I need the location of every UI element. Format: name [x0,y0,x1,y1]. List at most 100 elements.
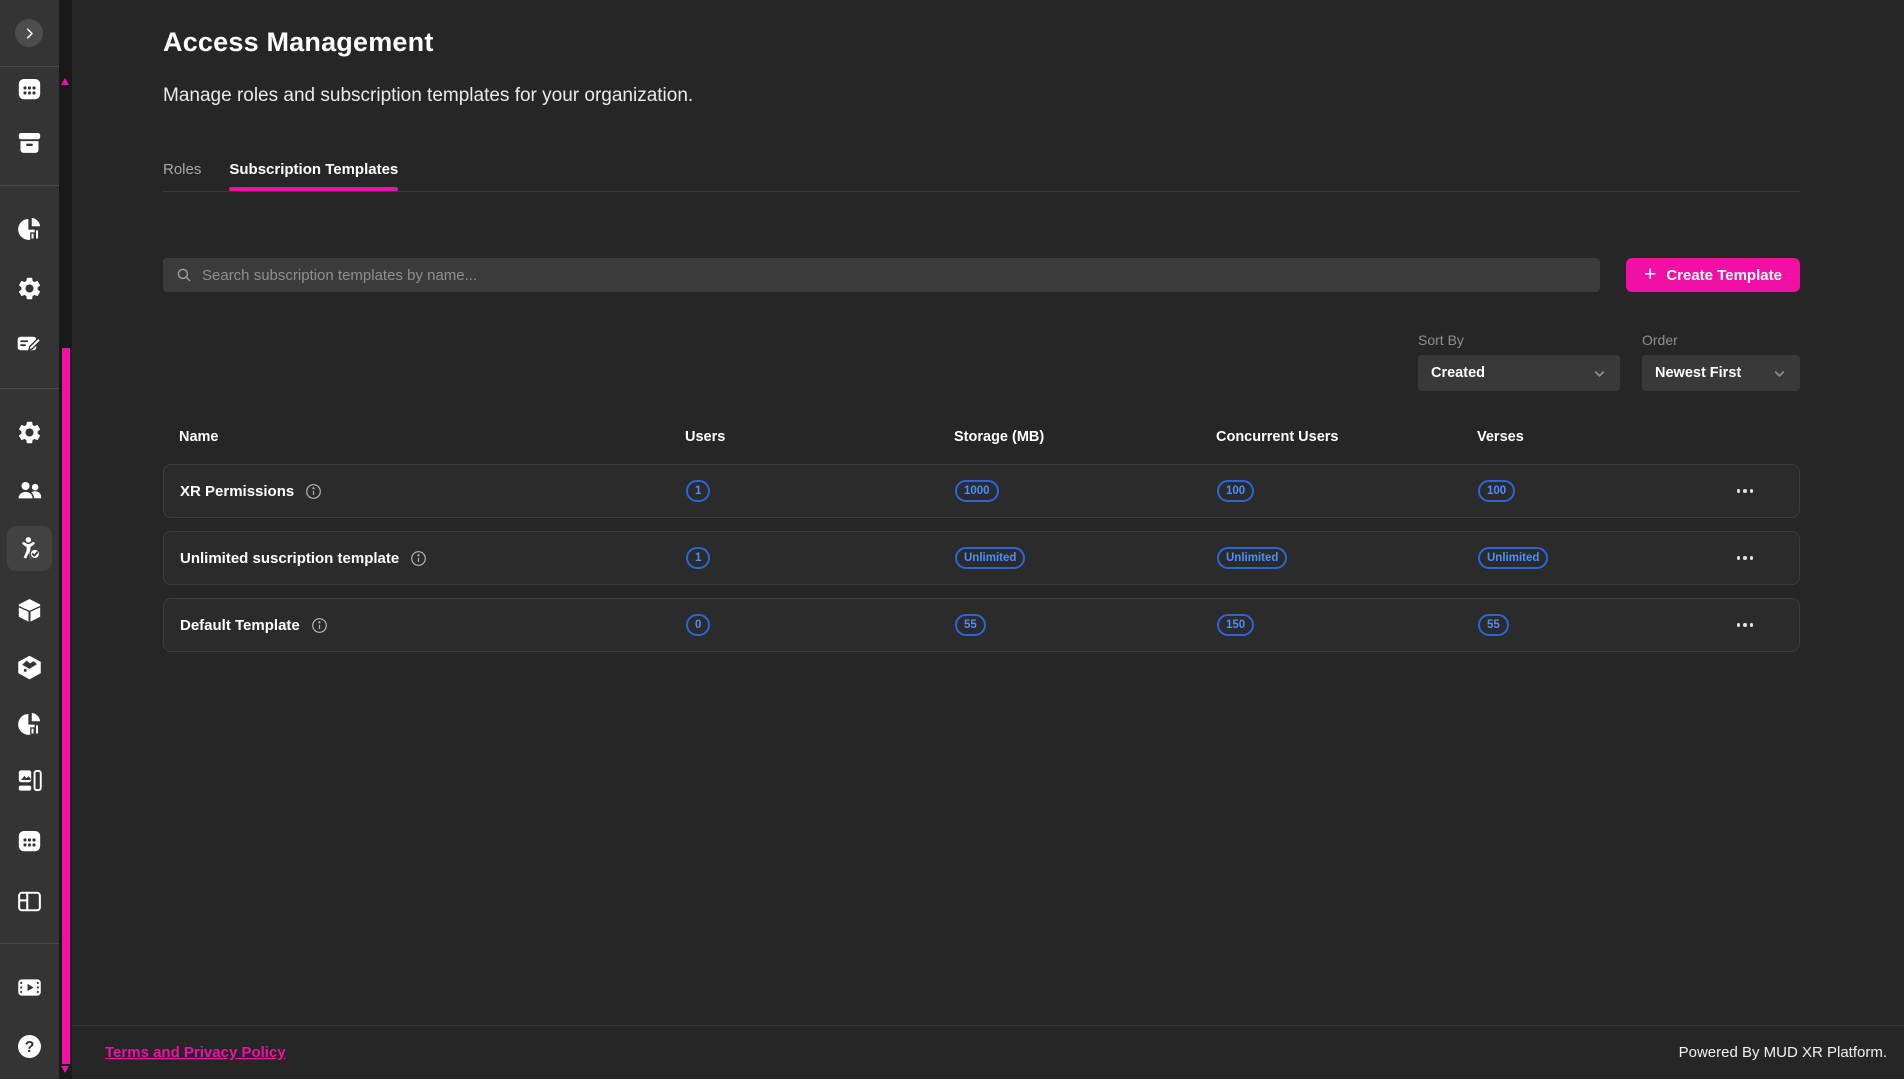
pie-chart-icon [16,710,43,737]
ellipsis-icon [1737,623,1741,627]
sidebar-expand-button[interactable] [15,19,43,47]
users-badge: 1 [686,480,710,502]
users-icon [16,477,43,504]
scroll-up-arrow-icon[interactable] [61,78,69,85]
users-cell: 1 [686,480,955,502]
column-header-concurrent-users: Concurrent Users [1216,429,1477,445]
sidebar-divider [0,388,59,389]
template-name: XR Permissions [180,483,294,500]
sidebar-item-access-management[interactable] [7,526,52,571]
sort-by-label: Sort By [1418,332,1620,348]
template-name: Default Template [180,617,300,634]
create-template-button[interactable]: + Create Template [1626,258,1800,292]
search-input[interactable] [202,267,1588,284]
verses-badge: Unlimited [1478,547,1548,569]
sidebar-item-media-library[interactable] [11,649,47,685]
tabs-divider [163,191,1800,192]
scroll-down-arrow-icon[interactable] [61,1066,69,1073]
table-row: Default Template 0 55 150 55 [163,598,1800,652]
video-icon [16,974,43,1001]
order-label: Order [1642,332,1800,348]
media-layout-icon [16,767,43,794]
concurrent-users-badge: Unlimited [1217,547,1287,569]
chevron-down-icon [1592,366,1607,381]
concurrent-users-cell: 150 [1217,614,1478,636]
verses-badge: 100 [1478,480,1515,502]
verses-cell: Unlimited [1478,547,1715,569]
info-icon[interactable] [305,483,322,500]
info-icon[interactable] [311,617,328,634]
sidebar-item-reports[interactable] [11,705,47,741]
page-subtitle: Manage roles and subscription templates … [163,85,1800,107]
tab-roles[interactable]: Roles [163,161,201,191]
sidebar-item-archive[interactable] [11,124,47,160]
row-actions-button[interactable] [1733,483,1758,499]
ellipsis-icon [1737,556,1741,560]
users-badge: 1 [686,547,710,569]
pie-chart-icon [16,215,43,242]
table-row: Unlimited suscription template 1 Unlimit… [163,531,1800,585]
sidebar-item-panels[interactable] [11,883,47,919]
plus-icon: + [1644,264,1656,285]
column-header-verses: Verses [1477,429,1716,445]
search-box[interactable] [163,258,1600,292]
concurrent-users-cell: Unlimited [1217,547,1478,569]
sidebar-item-analytics[interactable] [11,210,47,246]
users-badge: 0 [686,614,710,636]
help-icon: ? [16,1033,43,1060]
concurrent-users-badge: 150 [1217,614,1254,636]
template-name-cell: Default Template [180,617,686,634]
row-actions-button[interactable] [1733,550,1758,566]
powered-by-text: Powered By MUD XR Platform. [1679,1044,1887,1061]
chevron-down-icon [1772,366,1787,381]
sidebar-item-users[interactable] [11,472,47,508]
storage-badge: 55 [955,614,986,636]
verses-cell: 100 [1478,480,1715,502]
info-icon[interactable] [410,550,427,567]
sidebar-item-settings[interactable] [11,270,47,306]
sidebar-item-calendar[interactable] [11,70,47,106]
chevron-right-icon [22,26,37,41]
storage-badge: 1000 [955,480,999,502]
sidebar-item-media-layout[interactable] [11,762,47,798]
terms-privacy-link[interactable]: Terms and Privacy Policy [105,1044,286,1061]
template-name: Unlimited suscription template [180,550,399,567]
sidebar-item-schedule[interactable] [11,822,47,858]
page-title: Access Management [163,27,1800,58]
panel-layout-icon [16,888,43,915]
tab-subscription-templates[interactable]: Subscription Templates [229,161,398,191]
sort-by-value: Created [1431,365,1485,381]
sort-by-group: Sort By Created [1418,332,1620,391]
sidebar-item-assets[interactable] [11,592,47,628]
sidebar-item-videos[interactable] [11,969,47,1005]
sort-by-select[interactable]: Created [1418,355,1620,391]
storage-cell: 55 [955,614,1217,636]
storage-badge: Unlimited [955,547,1025,569]
archive-icon [16,129,43,156]
sidebar-divider [0,943,59,944]
concurrent-users-badge: 100 [1217,480,1254,502]
actions-cell [1715,617,1775,633]
svg-text:?: ? [24,1039,34,1056]
ellipsis-icon [1737,489,1741,493]
sidebar-item-subscriptions[interactable] [11,325,47,361]
sidebar-item-org-settings[interactable] [11,414,47,450]
scrollbar-thumb[interactable] [62,348,70,1064]
card-edit-icon [16,330,43,357]
actions-cell [1715,483,1775,499]
sidebar: ? [0,0,59,1079]
order-value: Newest First [1655,365,1741,381]
sidebar-divider [0,185,59,186]
toolbar: + Create Template [163,258,1800,292]
gear-icon [16,275,43,302]
row-actions-button[interactable] [1733,617,1758,633]
sidebar-item-help[interactable]: ? [11,1028,47,1064]
verses-cell: 55 [1478,614,1715,636]
actions-cell [1715,550,1775,566]
sidebar-divider [0,66,59,67]
order-select[interactable]: Newest First [1642,355,1800,391]
column-header-users: Users [685,429,954,445]
sidebar-scrollbar[interactable] [59,0,72,1079]
concurrent-users-cell: 100 [1217,480,1478,502]
table-header: Name Users Storage (MB) Concurrent Users… [163,427,1800,447]
